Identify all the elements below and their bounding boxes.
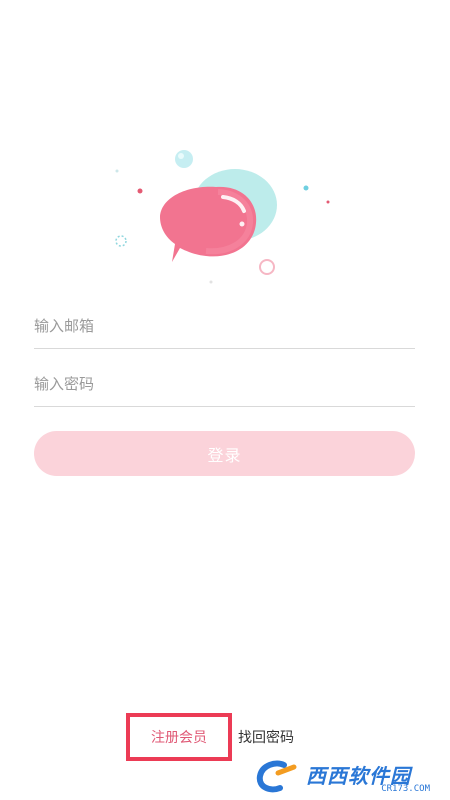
watermark-logo: 西西软件园 CR173.COM bbox=[254, 756, 444, 796]
watermark-sub: CR173.COM bbox=[381, 784, 430, 794]
decor-dot-gray-bottom bbox=[209, 280, 213, 284]
email-field-container bbox=[34, 304, 415, 349]
register-link[interactable]: 注册会员 bbox=[126, 713, 232, 761]
password-field-container bbox=[34, 362, 415, 407]
watermark-text: 西西软件园 bbox=[306, 764, 411, 788]
password-input[interactable] bbox=[34, 362, 415, 406]
login-button[interactable]: 登录 bbox=[34, 431, 415, 476]
forgot-password-link[interactable]: 找回密码 bbox=[238, 727, 294, 747]
decor-ring bbox=[259, 259, 275, 275]
decor-dot-gray-top bbox=[115, 169, 119, 173]
decor-dot-red-left bbox=[137, 188, 143, 194]
chat-bubbles-logo bbox=[115, 150, 330, 284]
decor-dot-blue-right bbox=[303, 185, 309, 191]
email-input[interactable] bbox=[34, 304, 415, 348]
decor-dot-red-right bbox=[326, 200, 330, 204]
decor-bubble-top bbox=[175, 150, 193, 168]
decor-dashed-circle bbox=[115, 235, 127, 247]
watermark-mark-icon bbox=[256, 760, 297, 793]
